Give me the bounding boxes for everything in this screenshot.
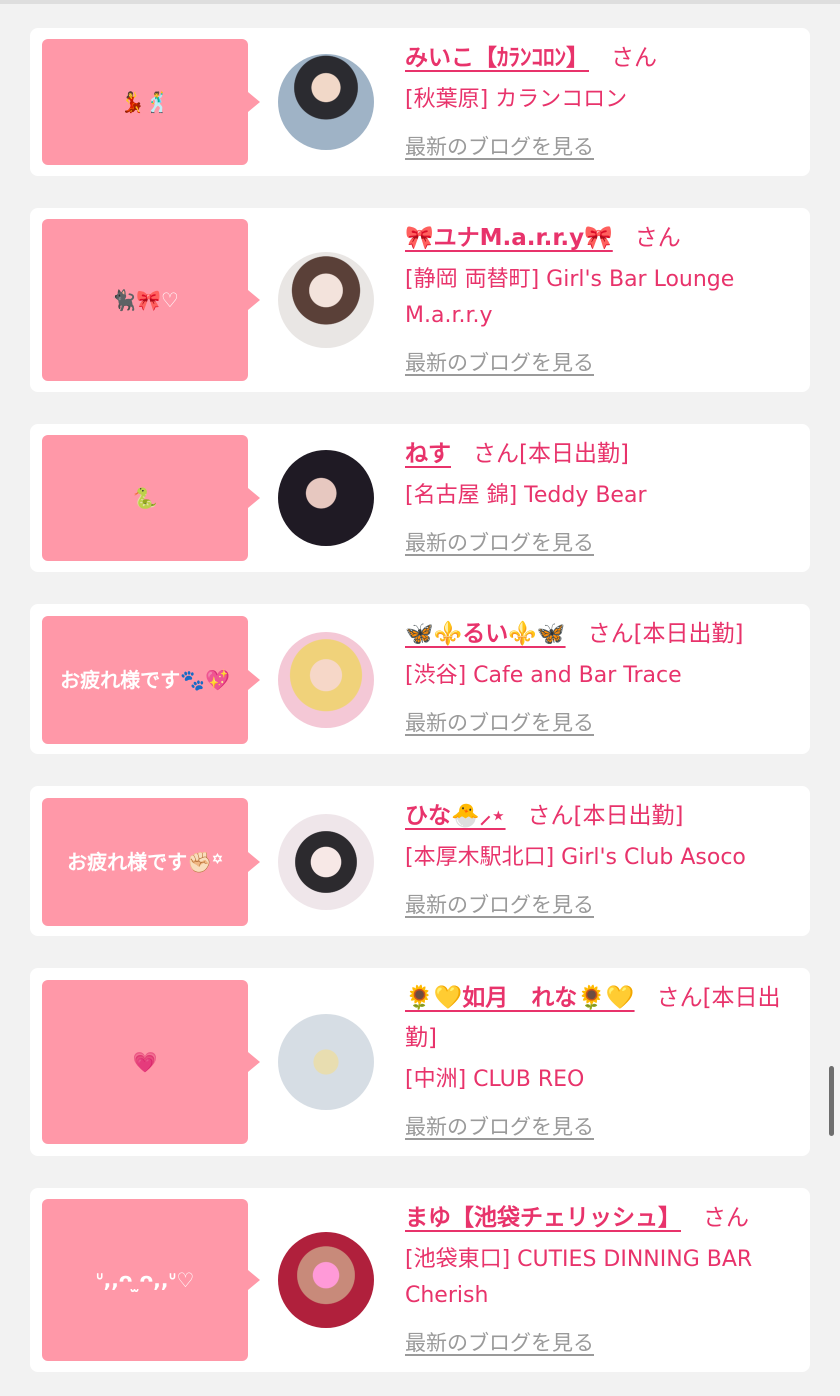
cast-name-link[interactable]: 🦋⚜️るい⚜️🦋 [405, 621, 566, 647]
latest-blog-link[interactable]: 最新のブログを見る [405, 1112, 594, 1142]
cast-name-link[interactable]: 🌻💛如月 れな🌻💛 [405, 985, 635, 1011]
message-bubble: 💗 [42, 980, 260, 1144]
san-suffix: さん [611, 45, 657, 71]
message-bubble: 🐈‍⬛🎀♡ [42, 219, 260, 381]
cast-name-link[interactable]: 🎀ユナM.a.r.r.y🎀 [405, 225, 613, 251]
cast-card: 💗 🌻💛如月 れな🌻💛 さん[本日出勤] [中洲] CLUB REO 最新のブログ… [30, 968, 810, 1156]
avatar[interactable] [278, 814, 374, 910]
store-info: [秋葉原] カランコロン [405, 87, 628, 112]
cast-card: 🐍 ねす さん[本日出勤] [名古屋 錦] Teddy Bear 最新のブログを見… [30, 424, 810, 572]
san-suffix: さん [703, 1205, 749, 1231]
store-info: [静岡 両替町] Girl's Bar Lounge M.a.r.r.y [405, 267, 735, 328]
cast-card: 💃🕺 みいこ【ｶﾗﾝｺﾛﾝ】 さん [秋葉原] カランコロン 最新のブログを見る [30, 28, 810, 176]
message-bubble: お疲れ様です✊🏻꙳ [42, 798, 260, 926]
message-bubble: ᐡ,,ᴖ‌ ̫ᴖ‌,,ᐡ♡ [42, 1199, 260, 1361]
store-info: [名古屋 錦] Teddy Bear [405, 483, 647, 508]
avatar[interactable] [278, 54, 374, 150]
latest-blog-link[interactable]: 最新のブログを見る [405, 708, 594, 738]
cast-name-link[interactable]: ねす [405, 441, 451, 467]
latest-blog-link[interactable]: 最新のブログを見る [405, 890, 594, 920]
latest-blog-link[interactable]: 最新のブログを見る [405, 1328, 594, 1358]
cast-name-link[interactable]: みいこ【ｶﾗﾝｺﾛﾝ】 [405, 45, 589, 71]
avatar[interactable] [278, 252, 374, 348]
store-info: [本厚木駅北口] Girl's Club Asoco [405, 845, 746, 870]
san-suffix: さん[本日出勤] [473, 441, 629, 467]
san-suffix: さん[本日出勤] [587, 621, 744, 647]
latest-blog-link[interactable]: 最新のブログを見る [405, 528, 594, 558]
cast-card: ᐡ,,ᴖ‌ ̫ᴖ‌,,ᐡ♡ まゆ【池袋チェリッシュ】 さん [池袋東口] CUTI… [30, 1188, 810, 1372]
message-bubble: 💃🕺 [42, 39, 260, 165]
avatar[interactable] [278, 1014, 374, 1110]
store-info: [中洲] CLUB REO [405, 1067, 585, 1092]
cast-card: お疲れ様です🐾💖 🦋⚜️るい⚜️🦋 さん[本日出勤] [渋谷] Cafe and … [30, 604, 810, 754]
cast-name-link[interactable]: ひな🐣⸝⋆ [405, 803, 506, 829]
san-suffix: さん[本日出勤] [527, 803, 684, 829]
store-info: [池袋東口] CUTIES DINNING BAR Cherish [405, 1247, 753, 1308]
avatar[interactable] [278, 450, 374, 546]
top-divider [0, 0, 840, 4]
store-info: [渋谷] Cafe and Bar Trace [405, 663, 682, 688]
latest-blog-link[interactable]: 最新のブログを見る [405, 348, 594, 378]
message-bubble: 🐍 [42, 435, 260, 561]
message-bubble: お疲れ様です🐾💖 [42, 616, 260, 744]
san-suffix: さん [634, 225, 681, 251]
cast-card: お疲れ様です✊🏻꙳ ひな🐣⸝⋆ さん[本日出勤] [本厚木駅北口] Girl's … [30, 786, 810, 936]
cast-name-link[interactable]: まゆ【池袋チェリッシュ】 [405, 1205, 681, 1231]
latest-blog-link[interactable]: 最新のブログを見る [405, 132, 594, 162]
cast-card: 🐈‍⬛🎀♡ 🎀ユナM.a.r.r.y🎀 さん [静岡 両替町] Girl's Ba… [30, 208, 810, 392]
scrollbar[interactable] [829, 1066, 834, 1136]
avatar[interactable] [278, 1232, 374, 1328]
avatar[interactable] [278, 632, 374, 728]
